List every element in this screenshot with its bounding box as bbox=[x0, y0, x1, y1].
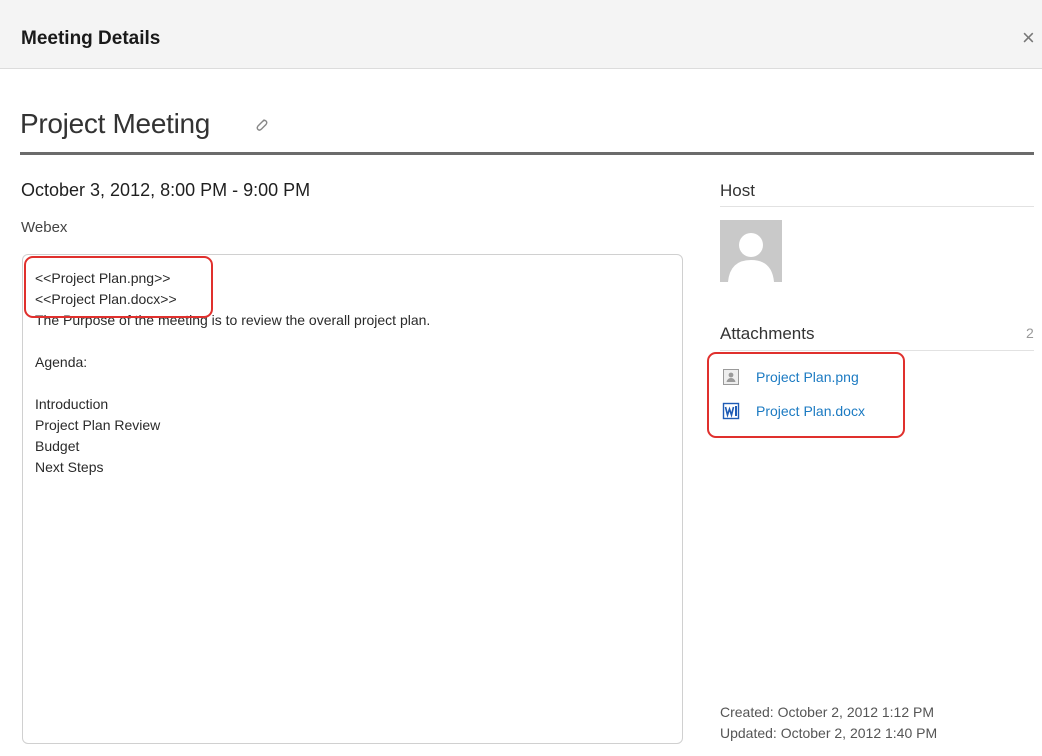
paperclip-icon bbox=[256, 119, 268, 131]
created-timestamp: Created: October 2, 2012 1:12 PM bbox=[720, 704, 935, 720]
updated-timestamp: Updated: October 2, 2012 1:40 PM bbox=[720, 725, 938, 741]
description-line bbox=[35, 373, 430, 394]
close-icon[interactable]: × bbox=[1022, 26, 1042, 50]
attachments-highlight bbox=[707, 352, 905, 438]
description-line: Next Steps bbox=[35, 459, 104, 475]
dialog-title: Meeting Details bbox=[21, 28, 161, 49]
description-line bbox=[35, 331, 430, 352]
description-line: Introduction bbox=[35, 396, 109, 412]
host-avatar bbox=[720, 220, 782, 282]
host-heading: Host bbox=[720, 181, 755, 200]
meeting-title: Project Meeting bbox=[20, 108, 211, 139]
attachments-divider bbox=[720, 350, 1034, 351]
host-divider bbox=[720, 206, 1034, 207]
title-divider bbox=[20, 152, 1034, 155]
meeting-date-time: October 3, 2012, 8:00 PM - 9:00 PM bbox=[21, 180, 311, 200]
description-attachments-highlight bbox=[24, 256, 213, 318]
avatar-placeholder-icon bbox=[720, 220, 782, 282]
attachments-count: 2 bbox=[1026, 325, 1034, 341]
meeting-location: Webex bbox=[21, 219, 68, 236]
dialog-header: Meeting Details × bbox=[0, 0, 1042, 69]
description-line: Project Plan Review bbox=[35, 417, 161, 433]
description-line: Budget bbox=[35, 438, 80, 454]
attachments-heading: Attachments bbox=[720, 324, 815, 343]
description-line: Agenda: bbox=[35, 354, 88, 370]
